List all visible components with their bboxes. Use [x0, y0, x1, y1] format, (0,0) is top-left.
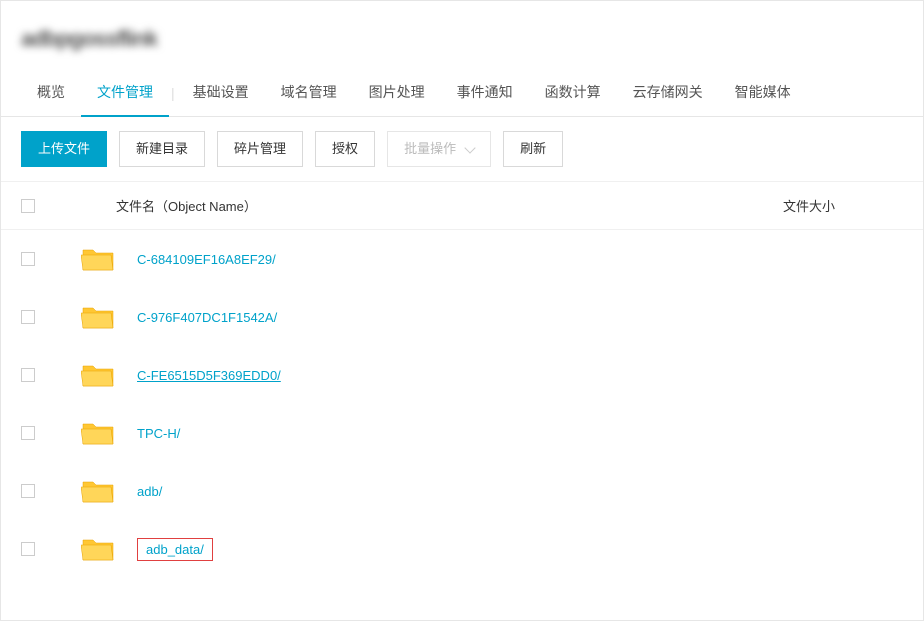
authorize-button[interactable]: 授权: [315, 131, 375, 167]
select-all-checkbox[interactable]: [21, 199, 35, 213]
tab-4[interactable]: 图片处理: [353, 70, 441, 116]
tab-3[interactable]: 域名管理: [265, 70, 353, 116]
tab-6[interactable]: 函数计算: [529, 70, 617, 116]
column-header-name: 文件名（Object Name）: [81, 196, 783, 215]
tab-0[interactable]: 概览: [21, 70, 81, 116]
table-row: TPC-H/: [21, 404, 903, 462]
folder-icon: [81, 536, 115, 562]
tab-7[interactable]: 云存储网关: [617, 70, 719, 116]
batch-operation-button: 批量操作: [387, 131, 491, 167]
upload-button[interactable]: 上传文件: [21, 131, 107, 167]
column-header-size: 文件大小: [783, 196, 903, 215]
tab-8[interactable]: 智能媒体: [719, 70, 807, 116]
table-body: C-684109EF16A8EF29/C-976F407DC1F1542A/C-…: [1, 230, 923, 578]
folder-icon: [81, 420, 115, 446]
file-link[interactable]: C-684109EF16A8EF29/: [137, 252, 276, 267]
toolbar: 上传文件 新建目录 碎片管理 授权 批量操作 刷新: [1, 117, 923, 181]
tab-bar: 概览文件管理|基础设置域名管理图片处理事件通知函数计算云存储网关智能媒体: [1, 70, 923, 117]
folder-icon: [81, 304, 115, 330]
file-link[interactable]: adb/: [137, 484, 162, 499]
refresh-button[interactable]: 刷新: [503, 131, 563, 167]
file-link[interactable]: adb_data/: [137, 538, 213, 561]
row-checkbox[interactable]: [21, 310, 35, 324]
page-title: adbpgossflink: [1, 1, 923, 70]
row-checkbox[interactable]: [21, 542, 35, 556]
tab-2[interactable]: 基础设置: [177, 70, 265, 116]
folder-icon: [81, 362, 115, 388]
fragment-manage-button[interactable]: 碎片管理: [217, 131, 303, 167]
row-checkbox[interactable]: [21, 484, 35, 498]
batch-operation-label: 批量操作: [404, 140, 456, 158]
table-row: C-684109EF16A8EF29/: [21, 230, 903, 288]
table-row: C-976F407DC1F1542A/: [21, 288, 903, 346]
file-link[interactable]: C-976F407DC1F1542A/: [137, 310, 277, 325]
table-header: 文件名（Object Name） 文件大小: [1, 181, 923, 230]
tab-separator: |: [169, 85, 177, 101]
folder-icon: [81, 478, 115, 504]
row-checkbox[interactable]: [21, 368, 35, 382]
file-link[interactable]: TPC-H/: [137, 426, 180, 441]
table-row: C-FE6515D5F369EDD0/: [21, 346, 903, 404]
table-row: adb/: [21, 462, 903, 520]
folder-icon: [81, 246, 115, 272]
tab-5[interactable]: 事件通知: [441, 70, 529, 116]
row-checkbox[interactable]: [21, 426, 35, 440]
row-checkbox[interactable]: [21, 252, 35, 266]
file-link[interactable]: C-FE6515D5F369EDD0/: [137, 368, 281, 383]
chevron-down-icon: [464, 142, 475, 153]
new-directory-button[interactable]: 新建目录: [119, 131, 205, 167]
tab-1[interactable]: 文件管理: [81, 70, 169, 116]
table-row: adb_data/: [21, 520, 903, 578]
